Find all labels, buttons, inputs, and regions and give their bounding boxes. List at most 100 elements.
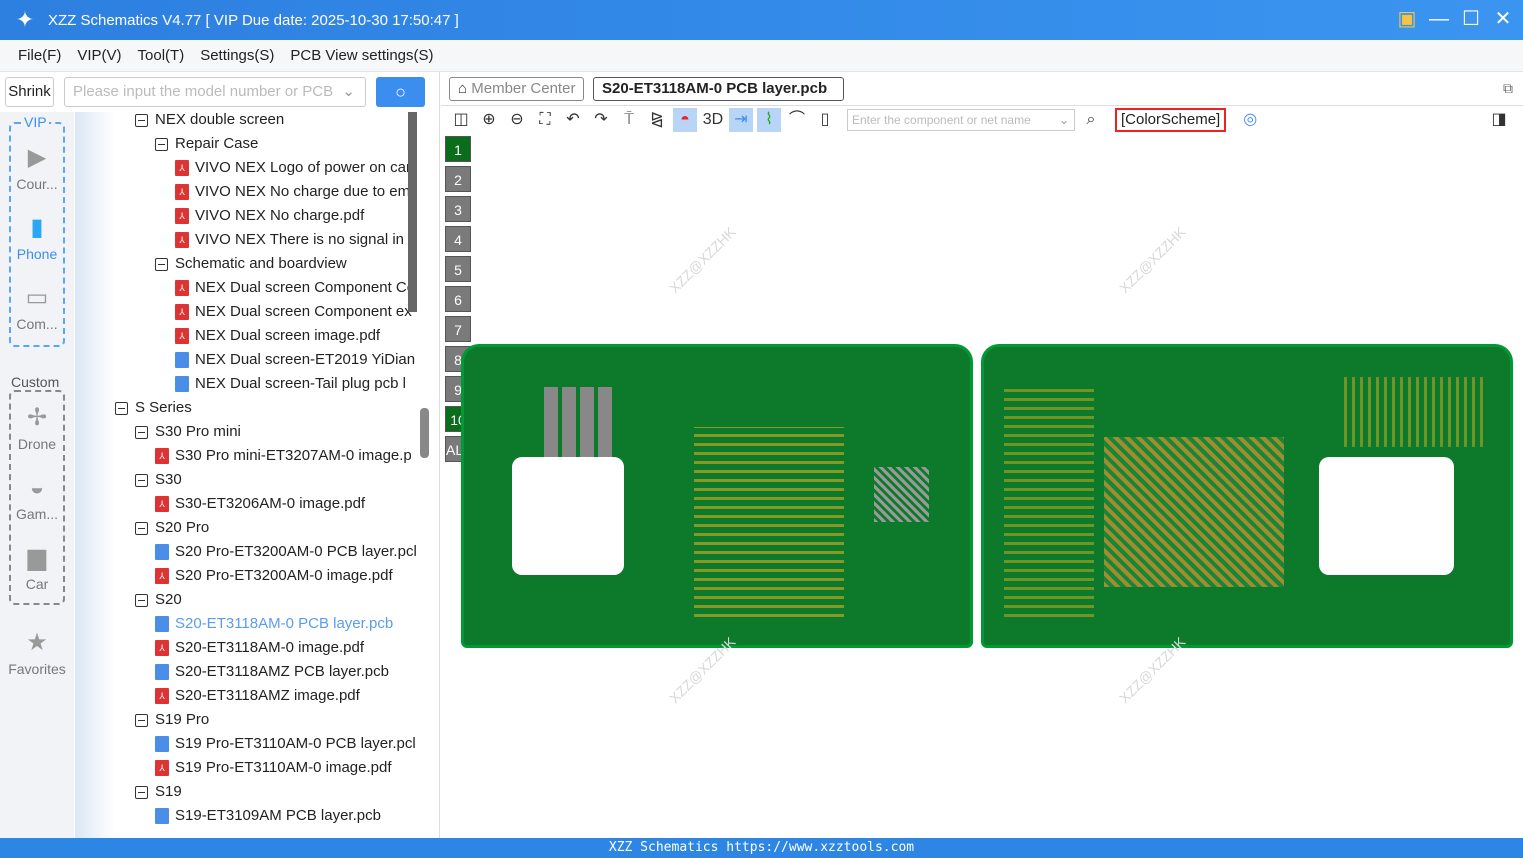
collapse-icon[interactable] <box>155 258 168 271</box>
sidebar-item-game[interactable]: ◒Gam... <box>0 474 74 522</box>
split-view-icon[interactable]: ◫ <box>449 108 473 132</box>
tree-file[interactable]: ⅄S20-ET3118AM-0 image.pdf <box>155 636 364 660</box>
sidebar-item-favorites[interactable]: ★Favorites <box>0 629 74 677</box>
tree-file[interactable]: NEX Dual screen-ET2019 YiDian <box>175 348 415 372</box>
tree-scrollbar[interactable] <box>408 112 417 312</box>
eye-icon[interactable]: ◎ <box>1238 108 1262 132</box>
chevron-down-icon[interactable]: ⌄ <box>1059 110 1069 130</box>
vip-bag-icon[interactable]: ▣ <box>1397 6 1417 32</box>
collapse-icon[interactable] <box>135 714 148 727</box>
tree-folder[interactable]: S30 Pro mini <box>135 420 241 444</box>
curve-tool-icon[interactable]: ⌒ <box>785 108 809 132</box>
tree-file[interactable]: S20 Pro-ET3200AM-0 PCB layer.pcl <box>155 540 417 564</box>
tree-file[interactable]: S19 Pro-ET3110AM-0 PCB layer.pcl <box>155 732 416 756</box>
layer-button-3[interactable]: 3 <box>445 196 471 222</box>
tree-file[interactable]: NEX Dual screen-Tail plug pcb l <box>175 372 406 396</box>
tree-file[interactable]: ⅄VIVO NEX No charge due to em <box>175 180 410 204</box>
net-trace-icon[interactable]: ⌇ <box>757 108 781 132</box>
tree-file[interactable]: S20-ET3118AM-0 PCB layer.pcb <box>155 612 393 636</box>
menu-pcb-view-settings[interactable]: PCB View settings(S) <box>290 47 433 64</box>
layer-button-6[interactable]: 6 <box>445 286 471 312</box>
tab-pcb-file[interactable]: S20-ET3118AM-0 PCB layer.pcb <box>593 77 844 101</box>
tree-file[interactable]: S20-ET3118AMZ PCB layer.pcb <box>155 660 389 684</box>
3d-button[interactable]: 3D <box>701 108 725 132</box>
shrink-button[interactable]: Shrink <box>5 77 54 107</box>
tree-file[interactable]: ⅄S20 Pro-ET3200AM-0 image.pdf <box>155 564 393 588</box>
alarm-light-icon[interactable]: ◓ <box>673 108 697 132</box>
close-button[interactable]: ✕ <box>1493 6 1513 32</box>
tree-folder[interactable]: S Series <box>115 396 192 420</box>
file-tree: NEX double screenRepair Case⅄VIVO NEX Lo… <box>75 112 417 838</box>
rotate-left-icon[interactable]: ↶ <box>561 108 585 132</box>
sidebar-item-car[interactable]: ▆Car <box>0 544 74 592</box>
zoom-out-icon[interactable]: ⊖ <box>505 108 529 132</box>
sidebar-item-course[interactable]: ▶Cour... <box>0 144 74 192</box>
collapse-icon[interactable] <box>155 138 168 151</box>
tree-file[interactable]: S19-ET3109AM PCB layer.pcb <box>155 804 381 828</box>
tree-file[interactable]: ⅄VIVO NEX Logo of power on car <box>175 156 411 180</box>
sidebar-item-drone[interactable]: ✢Drone <box>0 404 74 452</box>
diode-icon[interactable]: ⇥ <box>729 108 753 132</box>
menu-vip[interactable]: VIP(V) <box>77 47 121 64</box>
collapse-icon[interactable] <box>135 786 148 799</box>
collapse-icon[interactable] <box>135 522 148 535</box>
tree-folder[interactable]: NEX double screen <box>135 112 284 132</box>
tree-label: S20-ET3118AM-0 image.pdf <box>175 636 364 660</box>
component-search-input[interactable]: Enter the component or net name⌄ <box>847 109 1075 131</box>
tree-folder[interactable]: S19 Pro <box>135 708 209 732</box>
layer-button-1[interactable]: 1 <box>445 136 471 162</box>
mouse-icon[interactable]: ▯ <box>813 108 837 132</box>
collapse-icon[interactable] <box>135 114 148 127</box>
rotate-right-icon[interactable]: ↷ <box>589 108 613 132</box>
collapse-icon[interactable] <box>135 594 148 607</box>
tree-file[interactable]: ⅄NEX Dual screen image.pdf <box>175 324 380 348</box>
tree-folder[interactable]: S20 <box>135 588 182 612</box>
tree-label: S19 <box>155 780 182 804</box>
paint-roller-icon[interactable]: ⍑ <box>617 108 641 132</box>
minimize-button[interactable]: — <box>1429 6 1449 32</box>
tab-member-center[interactable]: ⌂ Member Center <box>449 77 584 101</box>
collapse-icon[interactable] <box>135 426 148 439</box>
panel-toggle-icon[interactable]: ◨ <box>1487 108 1511 132</box>
pdf-icon: ⅄ <box>175 160 189 176</box>
pcb-board-left[interactable] <box>461 344 973 648</box>
fit-view-icon[interactable]: ⛶ <box>533 108 557 132</box>
menu-tool[interactable]: Tool(T) <box>138 47 185 64</box>
tree-folder[interactable]: Repair Case <box>155 132 258 156</box>
tree-folder[interactable]: S20 Pro <box>135 516 209 540</box>
tree-file[interactable]: ⅄NEX Dual screen Component ex <box>175 300 412 324</box>
maximize-button[interactable]: ☐ <box>1461 6 1481 32</box>
mirror-icon[interactable]: ⧎ <box>645 108 669 132</box>
sidebar-item-phone[interactable]: ▮Phone <box>0 214 74 262</box>
category-sidebar: VIP Custom ▶Cour... ▮Phone ▭Com... ✢Dron… <box>0 112 74 838</box>
zoom-in-icon[interactable]: ⊕ <box>477 108 501 132</box>
menu-file[interactable]: File(F) <box>18 47 61 64</box>
color-scheme-button[interactable]: [ColorScheme] <box>1115 108 1226 132</box>
layer-button-7[interactable]: 7 <box>445 316 471 342</box>
tree-folder[interactable]: S30 <box>135 468 182 492</box>
tree-file[interactable]: ⅄VIVO NEX No charge.pdf <box>175 204 364 228</box>
model-search-input[interactable]: Please input the model number or PCB⌄ <box>64 77 366 107</box>
panel-scrollbar[interactable] <box>420 408 429 458</box>
menu-settings[interactable]: Settings(S) <box>200 47 274 64</box>
tree-folder[interactable]: Schematic and boardview <box>155 252 347 276</box>
pcb-board-right[interactable] <box>981 344 1513 648</box>
layer-button-4[interactable]: 4 <box>445 226 471 252</box>
tree-folder[interactable]: S19 <box>135 780 182 804</box>
collapse-icon[interactable] <box>135 474 148 487</box>
layer-button-2[interactable]: 2 <box>445 166 471 192</box>
tree-file[interactable]: ⅄S30-ET3206AM-0 image.pdf <box>155 492 365 516</box>
tree-file[interactable]: ⅄VIVO NEX There is no signal in t <box>175 228 412 252</box>
sidebar-item-computer[interactable]: ▭Com... <box>0 284 74 332</box>
tree-file[interactable]: ⅄NEX Dual screen Component Co <box>175 276 415 300</box>
chevron-down-icon[interactable]: ⌄ <box>342 78 355 106</box>
close-all-tabs-icon[interactable]: ⧉ <box>1503 80 1513 97</box>
tree-file[interactable]: ⅄S20-ET3118AMZ image.pdf <box>155 684 360 708</box>
tree-file[interactable]: ⅄S19 Pro-ET3110AM-0 image.pdf <box>155 756 392 780</box>
search-button[interactable]: ○ <box>376 77 425 107</box>
tree-file[interactable]: ⅄S30 Pro mini-ET3207AM-0 image.p <box>155 444 412 468</box>
collapse-icon[interactable] <box>115 402 128 415</box>
search-icon[interactable]: ⌕ <box>1079 108 1103 132</box>
layer-button-5[interactable]: 5 <box>445 256 471 282</box>
pcb-toolbar: ◫ ⊕ ⊖ ⛶ ↶ ↷ ⍑ ⧎ ◓ 3D ⇥ ⌇ ⌒ ▯ Enter the c… <box>441 106 1523 134</box>
